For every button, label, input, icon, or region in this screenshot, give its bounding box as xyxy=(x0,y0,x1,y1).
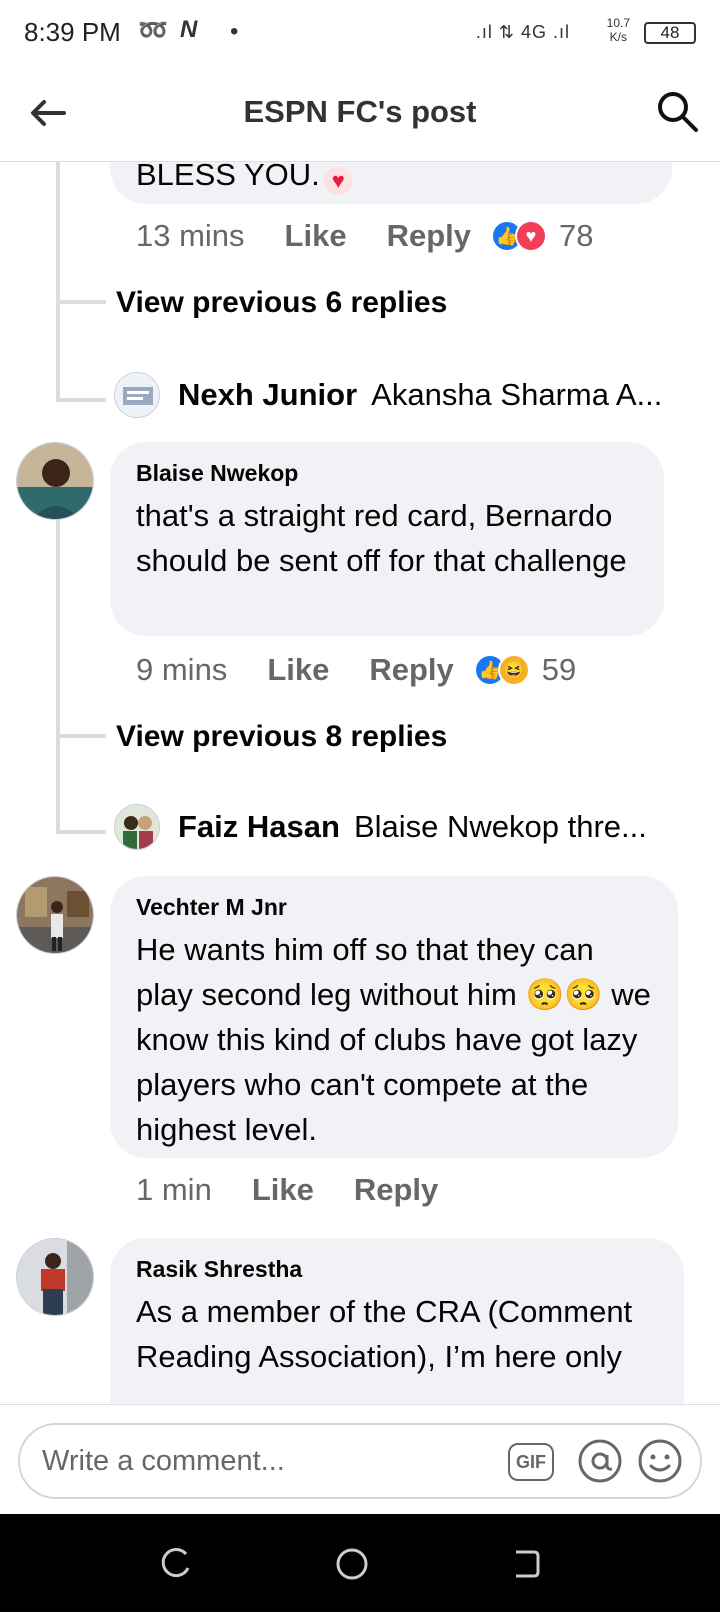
comment-time: 9 mins xyxy=(136,652,228,687)
comments-feed[interactable]: BLESS YOU. ♥ 13 mins Like Reply 👍 ♥ 78 V… xyxy=(0,162,720,1404)
haha-reaction-icon: 😆 xyxy=(497,654,530,686)
reply-preview[interactable]: Faiz Hasan Blaise Nwekop thre... xyxy=(114,804,647,850)
avatar xyxy=(114,804,160,850)
comment-meta: 13 mins Like Reply 👍 ♥ 78 xyxy=(136,218,593,254)
thread-line xyxy=(56,520,60,832)
avatar[interactable] xyxy=(16,876,94,954)
comment-text: As a member of the CRA (Comment Reading … xyxy=(136,1294,633,1374)
reaction-count: 78 xyxy=(559,218,594,253)
comment-input[interactable]: Write a comment... GIF xyxy=(18,1423,702,1499)
view-previous-replies[interactable]: View previous 6 replies xyxy=(116,286,447,320)
love-reaction-icon: ♥ xyxy=(515,220,547,252)
app-notification-icon: ➿ xyxy=(138,17,168,44)
avatar[interactable] xyxy=(16,1238,94,1316)
comment-time: 13 mins xyxy=(136,218,245,253)
comment-text: BLESS YOU. xyxy=(136,162,320,192)
like-button[interactable]: Like xyxy=(252,1172,314,1208)
mention-icon[interactable] xyxy=(576,1437,624,1485)
comment-time: 1 min xyxy=(136,1172,212,1207)
n-notification-icon: N xyxy=(180,16,198,43)
thread-branch xyxy=(56,830,106,834)
dot-icon: • xyxy=(230,18,239,45)
reply-snippet: Akansha Sharma A... xyxy=(371,377,663,412)
battery-icon: 48 xyxy=(644,22,696,44)
gif-button[interactable]: GIF xyxy=(508,1443,554,1481)
comment-meta: 1 min Like Reply xyxy=(136,1172,438,1208)
reactions[interactable]: 👍 😆 59 xyxy=(473,652,577,688)
comment-bubble[interactable]: BLESS YOU. ♥ xyxy=(110,162,672,204)
reply-button[interactable]: Reply xyxy=(387,218,471,254)
system-nav-bar xyxy=(0,1514,720,1612)
comment-bubble[interactable]: Blaise Nwekop that's a straight red card… xyxy=(110,442,664,636)
reply-author[interactable]: Faiz Hasan xyxy=(178,809,340,845)
status-time: 8:39 PM xyxy=(24,17,121,47)
comment-placeholder: Write a comment... xyxy=(42,1445,285,1477)
post-header: ESPN FC's post xyxy=(0,66,720,162)
reply-preview[interactable]: Nexh Junior Akansha Sharma A... xyxy=(114,372,662,418)
avatar[interactable] xyxy=(16,442,94,520)
like-button[interactable]: Like xyxy=(285,218,347,254)
emoji-icon[interactable] xyxy=(636,1437,684,1485)
signal-icon: .ıl ⇅ 4G .ıl xyxy=(475,22,570,42)
page-title: ESPN FC's post xyxy=(243,94,477,129)
avatar xyxy=(114,372,160,418)
comment-bubble[interactable]: Vechter M Jnr He wants him off so that t… xyxy=(110,876,678,1158)
comment-author[interactable]: Blaise Nwekop xyxy=(136,460,638,487)
status-bar: 8:39 PM ➿ N • .ıl ⇅ 4G .ıl 10.7 K/s 48 xyxy=(0,0,720,66)
net-speed: 10.7 K/s xyxy=(606,16,630,44)
back-nav-icon[interactable] xyxy=(508,1546,544,1582)
comment-bubble[interactable]: Rasik Shrestha As a member of the CRA (C… xyxy=(110,1238,684,1404)
view-previous-replies[interactable]: View previous 8 replies xyxy=(116,720,447,754)
heart-emoji-icon: ♥ xyxy=(324,166,353,195)
reaction-count: 59 xyxy=(541,652,577,687)
comment-author[interactable]: Rasik Shrestha xyxy=(136,1256,658,1283)
comment-text: that's a straight red card, Bernardo sho… xyxy=(136,498,627,578)
reply-snippet: Blaise Nwekop thre... xyxy=(353,809,647,844)
comment-author[interactable]: Vechter M Jnr xyxy=(136,894,652,921)
reply-author[interactable]: Nexh Junior xyxy=(178,377,357,413)
search-icon[interactable] xyxy=(654,88,700,134)
like-button[interactable]: Like xyxy=(267,652,329,688)
thread-branch xyxy=(56,398,106,402)
thread-branch xyxy=(56,300,106,304)
reply-button[interactable]: Reply xyxy=(354,1172,438,1208)
comment-meta: 9 mins Like Reply 👍 😆 59 xyxy=(136,652,576,688)
thread-branch xyxy=(56,734,106,738)
reactions[interactable]: 👍 ♥ 78 xyxy=(491,218,593,254)
comment-text: He wants him off so that they can play s… xyxy=(136,932,651,1147)
recent-apps-icon[interactable] xyxy=(158,1546,194,1582)
comment-composer: Write a comment... GIF xyxy=(0,1404,720,1514)
reply-button[interactable]: Reply xyxy=(369,652,453,688)
home-icon[interactable] xyxy=(334,1546,370,1582)
thread-line xyxy=(56,162,60,400)
